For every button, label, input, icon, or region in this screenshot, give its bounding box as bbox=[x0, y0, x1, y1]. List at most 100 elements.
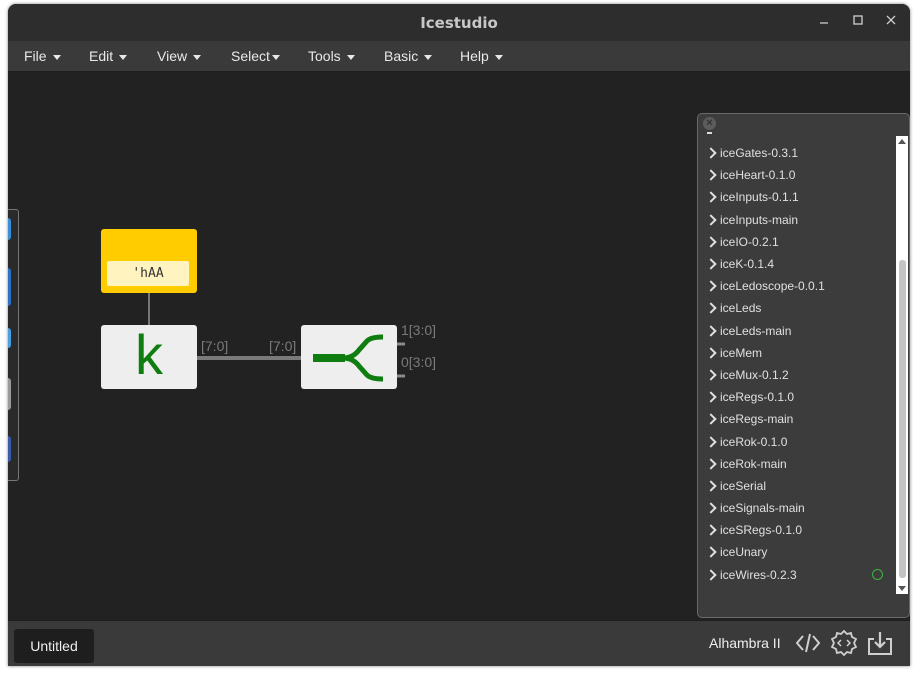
chevron-down-icon bbox=[52, 54, 61, 60]
menu-help[interactable]: Help bbox=[460, 41, 503, 71]
collection-item-label: iceUnary bbox=[720, 545, 768, 560]
gear-code-icon[interactable] bbox=[830, 629, 858, 657]
collection-item[interactable]: iceLeds-main bbox=[705, 320, 890, 342]
collection-item[interactable]: iceWires-0.2.3 bbox=[705, 564, 890, 586]
close-icon[interactable]: ✕ bbox=[703, 117, 716, 130]
window-title: Icestudio bbox=[420, 13, 498, 32]
collections-panel: ✕ iceGates-0.3.1 iceHeart-0.1.0 iceInputs-… bbox=[697, 113, 910, 618]
chevron-right-icon bbox=[705, 302, 717, 315]
collection-item[interactable]: iceGates-0.3.1 bbox=[705, 142, 890, 164]
menu-bar: File Edit View Select Tools Basic Help bbox=[8, 41, 910, 72]
menu-select[interactable]: Select bbox=[231, 41, 280, 71]
chevron-right-icon bbox=[705, 546, 717, 559]
chevron-right-icon bbox=[705, 502, 717, 514]
chevron-right-icon bbox=[705, 458, 717, 470]
constant-value[interactable]: 'hAA bbox=[107, 261, 189, 286]
menu-view[interactable]: View bbox=[157, 41, 202, 71]
collection-item[interactable]: iceUnary bbox=[705, 541, 890, 563]
collection-item-label: iceInputs-0.1.1 bbox=[720, 190, 799, 205]
collection-item-label: iceSRegs-0.1.0 bbox=[720, 523, 803, 538]
wire-label-split-in: [7:0] bbox=[269, 338, 297, 354]
file-tab[interactable]: Untitled bbox=[14, 629, 94, 663]
chevron-down-icon bbox=[346, 54, 355, 60]
chevron-right-icon bbox=[705, 391, 717, 403]
wire-label-out-1: 1[3:0] bbox=[401, 322, 437, 338]
collection-item[interactable]: iceMux-0.1.2 bbox=[705, 364, 890, 386]
collection-item[interactable]: iceSRegs-0.1.0 bbox=[705, 519, 890, 541]
collection-item-label: iceLeds bbox=[720, 301, 762, 316]
collection-item-label: iceHeart-0.1.0 bbox=[720, 168, 796, 183]
menu-basic[interactable]: Basic bbox=[384, 41, 433, 71]
chevron-right-icon bbox=[705, 524, 717, 536]
collection-item-label: iceRegs-0.1.0 bbox=[720, 390, 795, 405]
collection-item-label: iceGates-0.3.1 bbox=[720, 146, 799, 161]
collection-item[interactable]: iceInputs-main bbox=[705, 209, 890, 231]
panel-scrollbar[interactable] bbox=[896, 136, 908, 594]
collection-item-label: iceLeds-main bbox=[720, 323, 792, 338]
chevron-right-icon bbox=[705, 169, 717, 181]
close-icon[interactable] bbox=[881, 12, 901, 32]
scroll-thumb[interactable] bbox=[899, 260, 906, 578]
collection-item[interactable]: iceSerial bbox=[705, 475, 890, 497]
chevron-right-icon bbox=[705, 147, 717, 159]
chevron-down-icon bbox=[193, 54, 202, 60]
collection-item-label: iceWires-0.2.3 bbox=[720, 567, 797, 582]
constant-block[interactable]: 'hAA bbox=[101, 229, 197, 293]
k-block-label: k bbox=[135, 323, 163, 386]
collection-item[interactable]: iceLeds bbox=[705, 297, 890, 319]
collection-item[interactable]: iceHeart-0.1.0 bbox=[705, 164, 890, 186]
chevron-right-icon bbox=[705, 236, 717, 248]
menu-edit[interactable]: Edit bbox=[89, 41, 128, 71]
chevron-down-icon bbox=[494, 54, 503, 60]
chevron-right-icon bbox=[705, 435, 717, 448]
wire-label-k-out: [7:0] bbox=[201, 338, 229, 354]
maximize-icon[interactable] bbox=[848, 12, 868, 32]
collection-item-label: iceSignals-main bbox=[720, 501, 805, 516]
scroll-up-icon[interactable] bbox=[898, 139, 906, 144]
chevron-right-icon bbox=[705, 280, 717, 292]
chevron-right-icon bbox=[705, 324, 717, 337]
chevron-down-icon bbox=[119, 54, 128, 60]
collection-item[interactable]: iceRegs-main bbox=[705, 408, 890, 430]
collection-item-label: iceLedoscope-0.0.1 bbox=[720, 279, 825, 294]
collections-list: iceGates-0.3.1 iceHeart-0.1.0 iceInputs-0.… bbox=[705, 142, 890, 586]
chevron-right-icon bbox=[705, 413, 717, 426]
collection-item-label: iceRok-0.1.0 bbox=[720, 434, 788, 449]
collection-item[interactable]: iceMem bbox=[705, 342, 890, 364]
collection-item-label: iceRegs-main bbox=[720, 412, 794, 427]
bottom-bar: Untitled Alhambra II bbox=[8, 620, 910, 666]
design-canvas[interactable]: 'hAA k [7:0] [7:0] 1[3:0] 0[3:0] ✕ iceGa… bbox=[8, 72, 910, 620]
collection-item[interactable]: iceRegs-0.1.0 bbox=[705, 386, 890, 408]
collection-item[interactable]: iceInputs-0.1.1 bbox=[705, 186, 890, 208]
download-icon[interactable] bbox=[866, 629, 894, 657]
bus-split-block[interactable] bbox=[301, 325, 397, 389]
app-window: Icestudio File Edit View Select Tools Ba… bbox=[8, 4, 910, 666]
code-icon[interactable] bbox=[794, 629, 822, 657]
minimize-icon[interactable] bbox=[814, 12, 834, 32]
collection-item-label: iceMux-0.1.2 bbox=[720, 367, 789, 382]
clipped-list-item bbox=[707, 132, 712, 134]
collection-item-label: iceMem bbox=[720, 345, 763, 360]
collection-item[interactable]: iceK-0.1.4 bbox=[705, 253, 890, 275]
collection-item[interactable]: iceIO-0.2.1 bbox=[705, 231, 890, 253]
collection-item[interactable]: iceRok-main bbox=[705, 453, 890, 475]
chevron-right-icon bbox=[705, 480, 717, 492]
chevron-down-icon bbox=[424, 54, 433, 60]
wire-label-out-0: 0[3:0] bbox=[401, 354, 437, 370]
chevron-right-icon bbox=[705, 213, 717, 226]
collection-item[interactable]: iceRok-0.1.0 bbox=[705, 430, 890, 452]
chevron-right-icon bbox=[705, 191, 717, 204]
collection-item[interactable]: iceLedoscope-0.0.1 bbox=[705, 275, 890, 297]
scroll-down-icon[interactable] bbox=[898, 586, 906, 591]
menu-tools[interactable]: Tools bbox=[308, 41, 355, 71]
board-selector[interactable]: Alhambra II bbox=[709, 635, 781, 651]
collection-item-label: iceRok-main bbox=[720, 456, 787, 471]
collection-item-label: iceK-0.1.4 bbox=[720, 257, 775, 272]
title-bar: Icestudio bbox=[8, 4, 910, 41]
collection-item[interactable]: iceSignals-main bbox=[705, 497, 890, 519]
chevron-right-icon bbox=[705, 258, 717, 270]
k-constant-block[interactable]: k bbox=[101, 325, 197, 389]
menu-file[interactable]: File bbox=[24, 41, 61, 71]
chevron-down-icon bbox=[271, 54, 280, 60]
chevron-right-icon bbox=[705, 369, 717, 381]
